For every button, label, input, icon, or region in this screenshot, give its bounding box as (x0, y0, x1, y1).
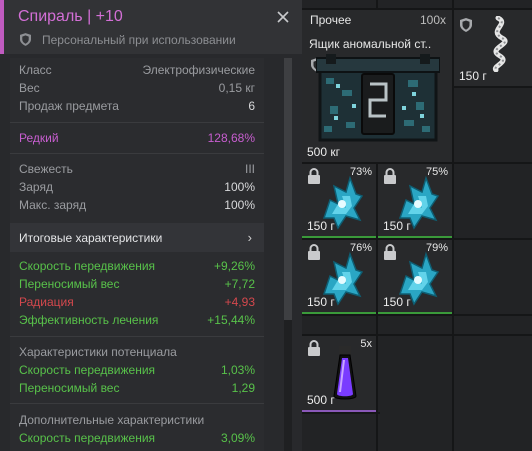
anomaly-box-icon (316, 54, 440, 142)
divider (10, 336, 264, 337)
divider (10, 122, 264, 123)
stat-value: 0,15 кг (218, 81, 255, 95)
inventory-item-vial[interactable]: 5x 500 г (302, 336, 376, 412)
stat-row-radiation: Радиация +4,93 (19, 295, 255, 313)
stat-label: Вес (19, 81, 40, 95)
stat-label: Продаж предмета (19, 99, 119, 113)
stat-label: Скорость передвижения (19, 431, 156, 445)
stat-row-move-speed: Скорость передвижения +9,26% (19, 259, 255, 277)
stat-row-charge: Заряд 100% (19, 180, 255, 198)
potential-row-carry-weight: Переносимый вес 1,29 (19, 381, 255, 399)
crystal-weight: 150 г (307, 295, 335, 309)
box-count: 100x (419, 13, 446, 27)
stat-label: Макс. заряд (19, 198, 87, 212)
rarity-label: Редкий (19, 131, 59, 145)
stat-row-healing: Эффективность лечения +15,44% (19, 313, 255, 331)
tooltip-body: Класс Электрофизические Вес 0,15 кг Прод… (10, 58, 264, 451)
inventory-item-crystal[interactable]: 76% 150 г (302, 240, 376, 314)
item-title: Спираль | +10 (18, 8, 123, 25)
box-weight: 500 кг (307, 145, 340, 159)
stat-label: Эффективность лечения (19, 313, 159, 327)
stat-row-max-charge: Макс. заряд 100% (19, 198, 255, 216)
stat-value: 1,03% (220, 363, 255, 377)
stat-value: 6 (248, 99, 255, 113)
extra-section-title: Дополнительные характеристики (19, 413, 205, 427)
stat-value: +15,44% (207, 313, 255, 327)
stat-value: III (244, 162, 255, 176)
shield-icon (460, 18, 472, 32)
inventory-item-box[interactable]: Прочее 100x Ящик аномальной ст.. 500 кг (302, 10, 452, 162)
shield-icon (20, 33, 31, 46)
stat-row-freshness: Свежесть III (19, 162, 255, 180)
aggregate-stats-button[interactable]: Итоговые характеристики › (10, 223, 264, 252)
stat-value: 1,29 (231, 381, 255, 395)
stat-label: Свежесть (19, 162, 73, 176)
divider (10, 153, 264, 154)
rarity-row: Редкий 128,68% (19, 131, 255, 149)
extra-row-move-speed: Скорость передвижения 3,09% (19, 431, 255, 449)
stat-label: Скорость передвижения (19, 363, 156, 377)
spiral-artifact-icon (492, 16, 508, 72)
stat-row-class: Класс Электрофизические (19, 63, 255, 81)
box-name: Ящик аномальной ст.. (309, 37, 432, 51)
inventory-item-crystal[interactable]: 73% 150 г (302, 164, 376, 238)
crystal-weight: 150 г (383, 295, 411, 309)
vial-weight: 500 г (307, 393, 335, 407)
stat-label: Переносимый вес (19, 277, 120, 291)
inventory-empty-cell[interactable] (454, 88, 532, 162)
inventory-item-crystal[interactable]: 75% 150 г (378, 164, 452, 238)
stat-value: 100% (224, 180, 255, 194)
tooltip-header: Спираль | +10 Персональный при использов… (0, 0, 302, 54)
stat-value: 3,09% (220, 431, 255, 445)
potential-section-title: Характеристики потенциала (19, 345, 177, 359)
tooltip-scrollbar-thumb[interactable] (284, 58, 292, 320)
grid-line (300, 412, 380, 414)
stat-value: Электрофизические (142, 63, 255, 77)
crystal-weight: 150 г (383, 219, 411, 233)
stat-row-sales: Продаж предмета 6 (19, 99, 255, 117)
aggregate-stats-label: Итоговые характеристики (19, 231, 163, 245)
stat-value: +9,26% (213, 259, 255, 273)
stat-label: Заряд (19, 180, 53, 194)
vial-count: 5x (360, 338, 372, 350)
stat-row-carry-weight: Переносимый вес +7,72 (19, 277, 255, 295)
spiral-weight: 150 г (459, 69, 487, 83)
lock-icon (308, 340, 320, 356)
box-category: Прочее (310, 13, 352, 27)
chevron-right-icon: › (247, 230, 252, 245)
stat-value: +7,72 (224, 277, 255, 291)
potential-row-move-speed: Скорость передвижения 1,03% (19, 363, 255, 381)
crystal-weight: 150 г (307, 219, 335, 233)
inventory-item-crystal[interactable]: 79% 150 г (378, 240, 452, 314)
binding-subtitle: Персональный при использовании (42, 33, 236, 47)
stat-label: Радиация (19, 295, 74, 309)
grid-line (300, 314, 532, 316)
stat-label: Переносимый вес (19, 381, 120, 395)
stat-label: Скорость передвижения (19, 259, 156, 273)
stat-value: 100% (224, 198, 255, 212)
item-tooltip: Спираль | +10 Персональный при использов… (0, 0, 302, 451)
divider (10, 403, 264, 404)
stat-value: +4,93 (224, 295, 255, 309)
close-icon[interactable] (276, 10, 290, 24)
inventory-item-spiral[interactable]: 150 г (454, 10, 532, 86)
stat-row-weight: Вес 0,15 кг (19, 81, 255, 99)
stat-label: Класс (19, 63, 52, 77)
rarity-value: 128,68% (207, 131, 255, 145)
